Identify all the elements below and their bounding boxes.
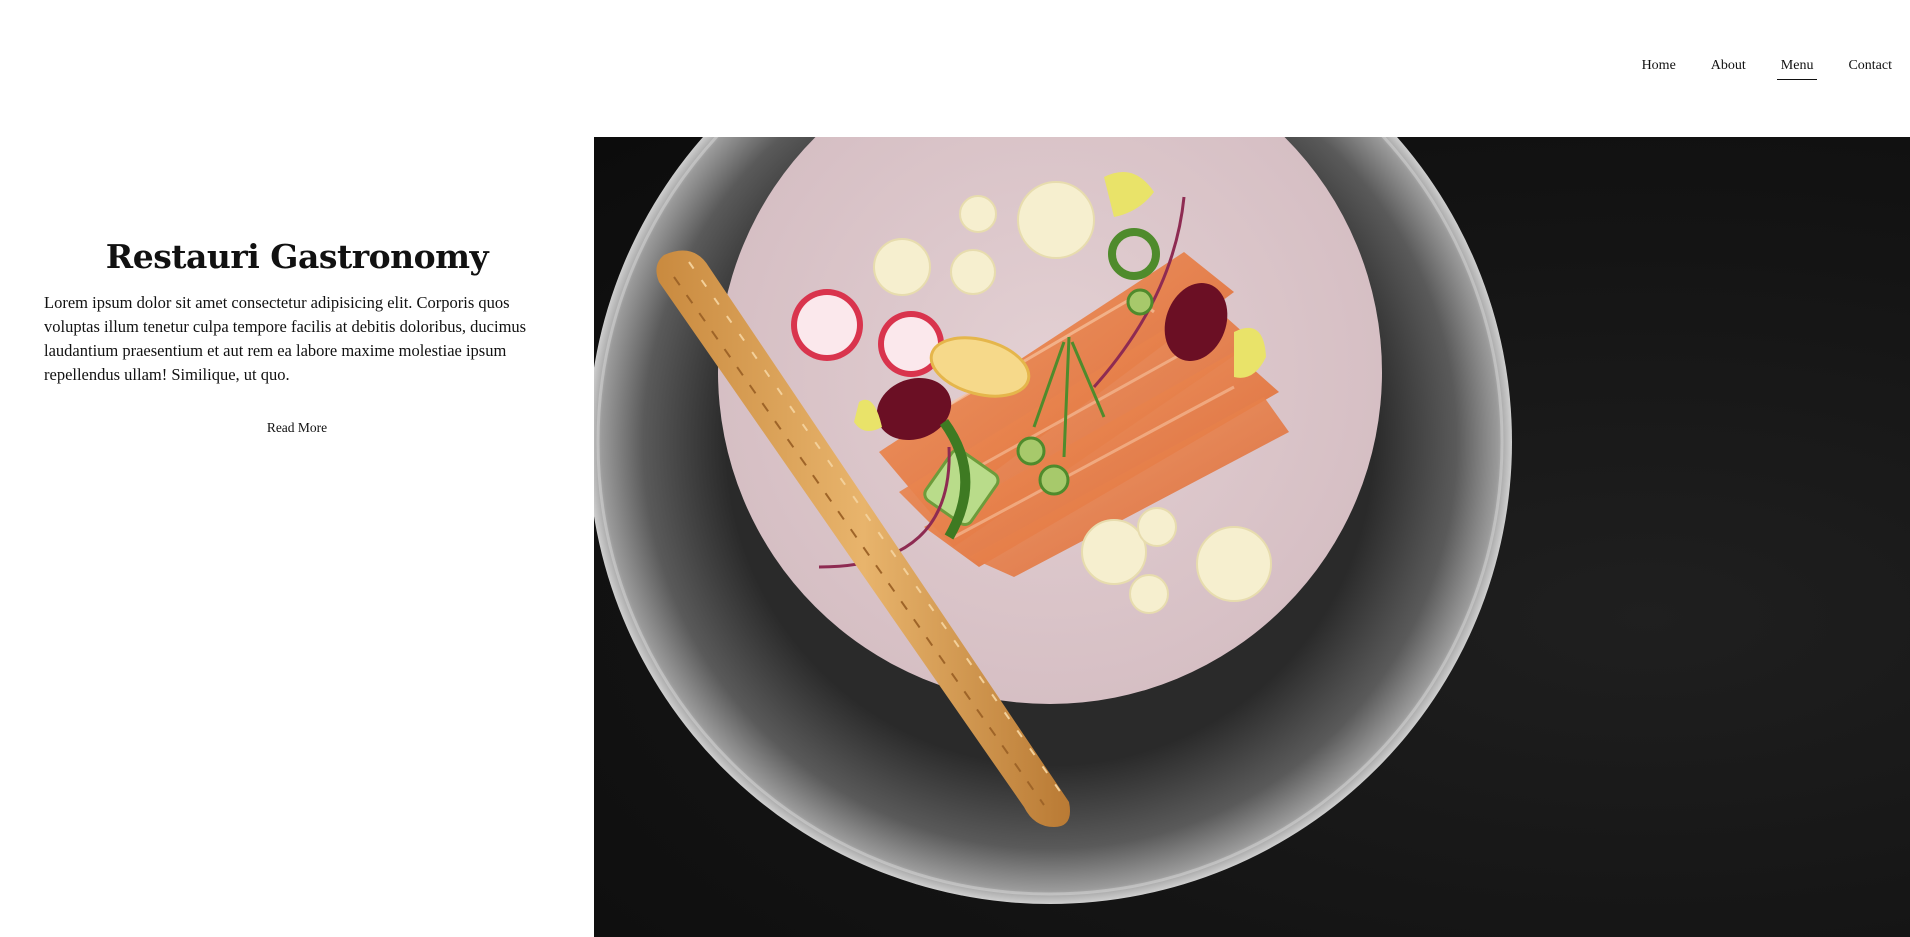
nav-item-home[interactable]: Home	[1638, 55, 1680, 80]
main-nav: Home About Menu Contact	[1611, 55, 1896, 80]
intro-section: Restauri Gastronomy Lorem ipsum dolor si…	[0, 137, 594, 937]
hero-food-image	[594, 137, 1910, 937]
nav-item-contact[interactable]: Contact	[1844, 55, 1896, 80]
nav-item-menu[interactable]: Menu	[1776, 55, 1818, 80]
intro-paragraph: Lorem ipsum dolor sit amet consectetur a…	[44, 293, 527, 384]
nav-item-about[interactable]: About	[1707, 55, 1750, 80]
page-title: Restauri Gastronomy	[105, 237, 489, 276]
read-more-link[interactable]: Read More	[0, 420, 594, 436]
site-header: Home About Menu Contact	[0, 0, 1910, 137]
salmon-plate-illustration	[594, 137, 1512, 904]
